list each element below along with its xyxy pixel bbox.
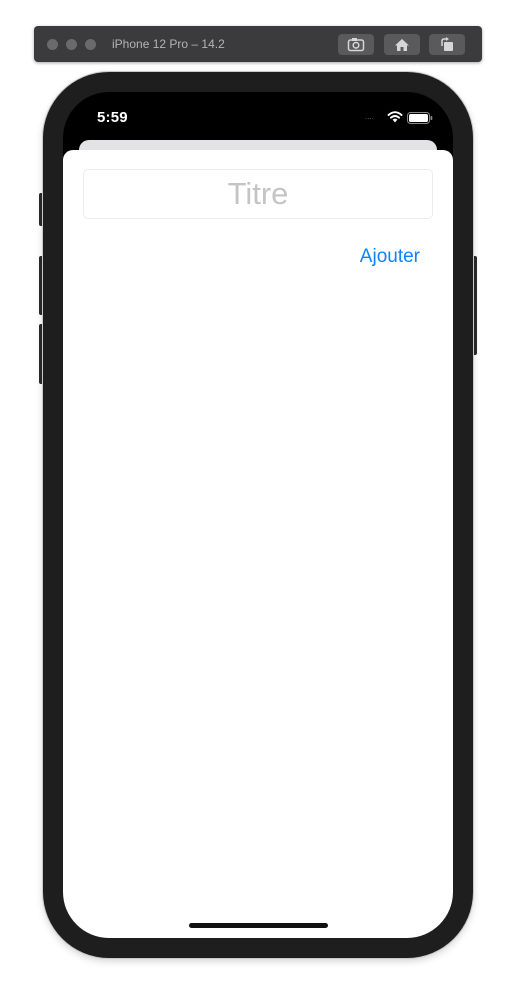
wifi-icon [387,111,403,123]
home-button[interactable] [384,34,420,55]
rotate-icon [441,37,453,51]
device-screen: 5:59 .... Ajouter [63,92,453,938]
notch [153,92,363,125]
simulator-stage: iPhone 12 Pro – 14.2 5:59 .... Titre Ajo… [0,0,516,999]
cellular-signal: .... [365,112,374,121]
simulator-toolbar: iPhone 12 Pro – 14.2 [34,26,482,62]
rotate-button[interactable] [429,34,465,55]
add-button[interactable]: Ajouter [360,246,420,268]
home-indicator[interactable] [189,923,328,928]
window-zoom-dot[interactable] [85,39,96,50]
screenshot-button[interactable] [338,34,374,55]
modal-sheet: Ajouter [63,150,453,938]
window-close-dot[interactable] [47,39,58,50]
status-time: 5:59 [97,109,128,126]
window-minimize-dot[interactable] [66,39,77,50]
home-icon [395,38,409,51]
simulator-title: iPhone 12 Pro – 14.2 [112,37,225,51]
title-input[interactable] [83,169,433,219]
battery-icon [407,112,433,124]
screenshot-icon [347,38,365,52]
